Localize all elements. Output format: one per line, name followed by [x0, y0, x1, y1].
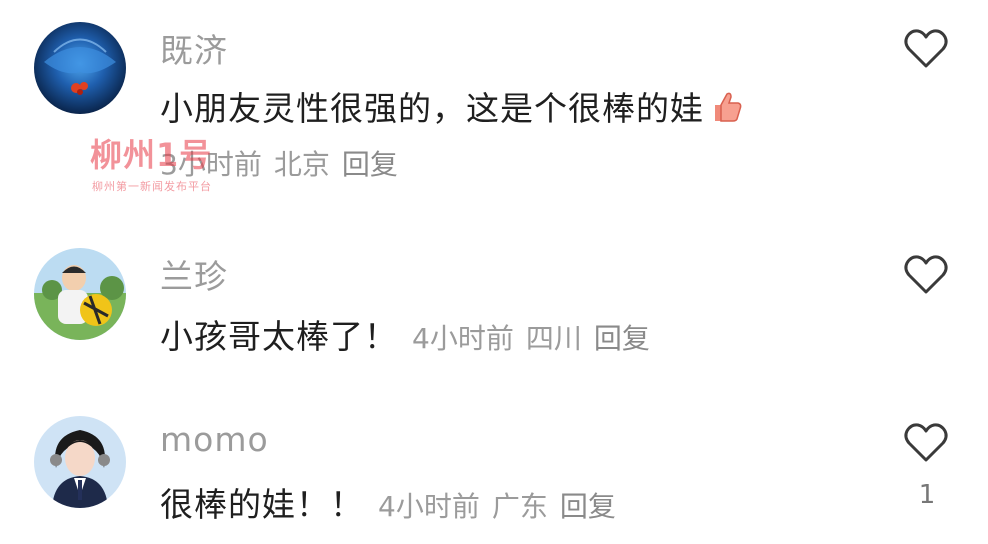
comment-text: 小朋友灵性很强的，这是个很棒的娃 — [160, 82, 744, 134]
like-button[interactable] — [902, 420, 950, 464]
comment-text-body: 小孩哥太棒了！ — [160, 317, 398, 356]
reply-button[interactable]: 回复 — [594, 322, 650, 355]
comment-meta: 3小时前 北京 回复 — [160, 143, 410, 183]
comment-text-body: 小朋友灵性很强的，这是个很棒的娃 — [160, 89, 704, 128]
comment-time: 4小时前 — [378, 490, 480, 523]
username[interactable]: 兰珍 — [160, 250, 228, 298]
thumbs-up-icon — [706, 88, 744, 134]
like-button[interactable] — [902, 252, 950, 296]
comment-location: 北京 — [273, 148, 330, 181]
heart-icon — [904, 29, 948, 68]
comment-location: 四川 — [525, 322, 582, 355]
avatar[interactable] — [34, 248, 126, 340]
comment-meta: 4小时前 广东 回复 — [378, 490, 628, 523]
avatar[interactable] — [34, 416, 126, 508]
comment-meta: 4小时前 四川 回复 — [412, 322, 662, 355]
reply-button[interactable]: 回复 — [342, 148, 398, 181]
comment-location: 广东 — [491, 490, 548, 523]
heart-icon — [904, 423, 948, 462]
comment-time: 3小时前 — [160, 148, 262, 181]
comment-time: 4小时前 — [412, 322, 514, 355]
reply-button[interactable]: 回复 — [560, 490, 616, 523]
avatar[interactable] — [34, 22, 126, 114]
username[interactable]: 既济 — [160, 24, 228, 72]
heart-icon — [904, 255, 948, 294]
avatar-image — [34, 416, 126, 508]
avatar-image — [34, 22, 126, 114]
like-count: 1 — [918, 480, 936, 510]
avatar-image — [34, 248, 126, 340]
comment-text-body: 很棒的娃！！ — [160, 485, 364, 524]
comment-text: 小孩哥太棒了！ 4小时前 四川 回复 — [160, 310, 662, 358]
comment-text: 很棒的娃！！ 4小时前 广东 回复 — [160, 478, 628, 526]
like-button[interactable] — [902, 26, 950, 70]
username[interactable]: momo — [160, 420, 269, 459]
